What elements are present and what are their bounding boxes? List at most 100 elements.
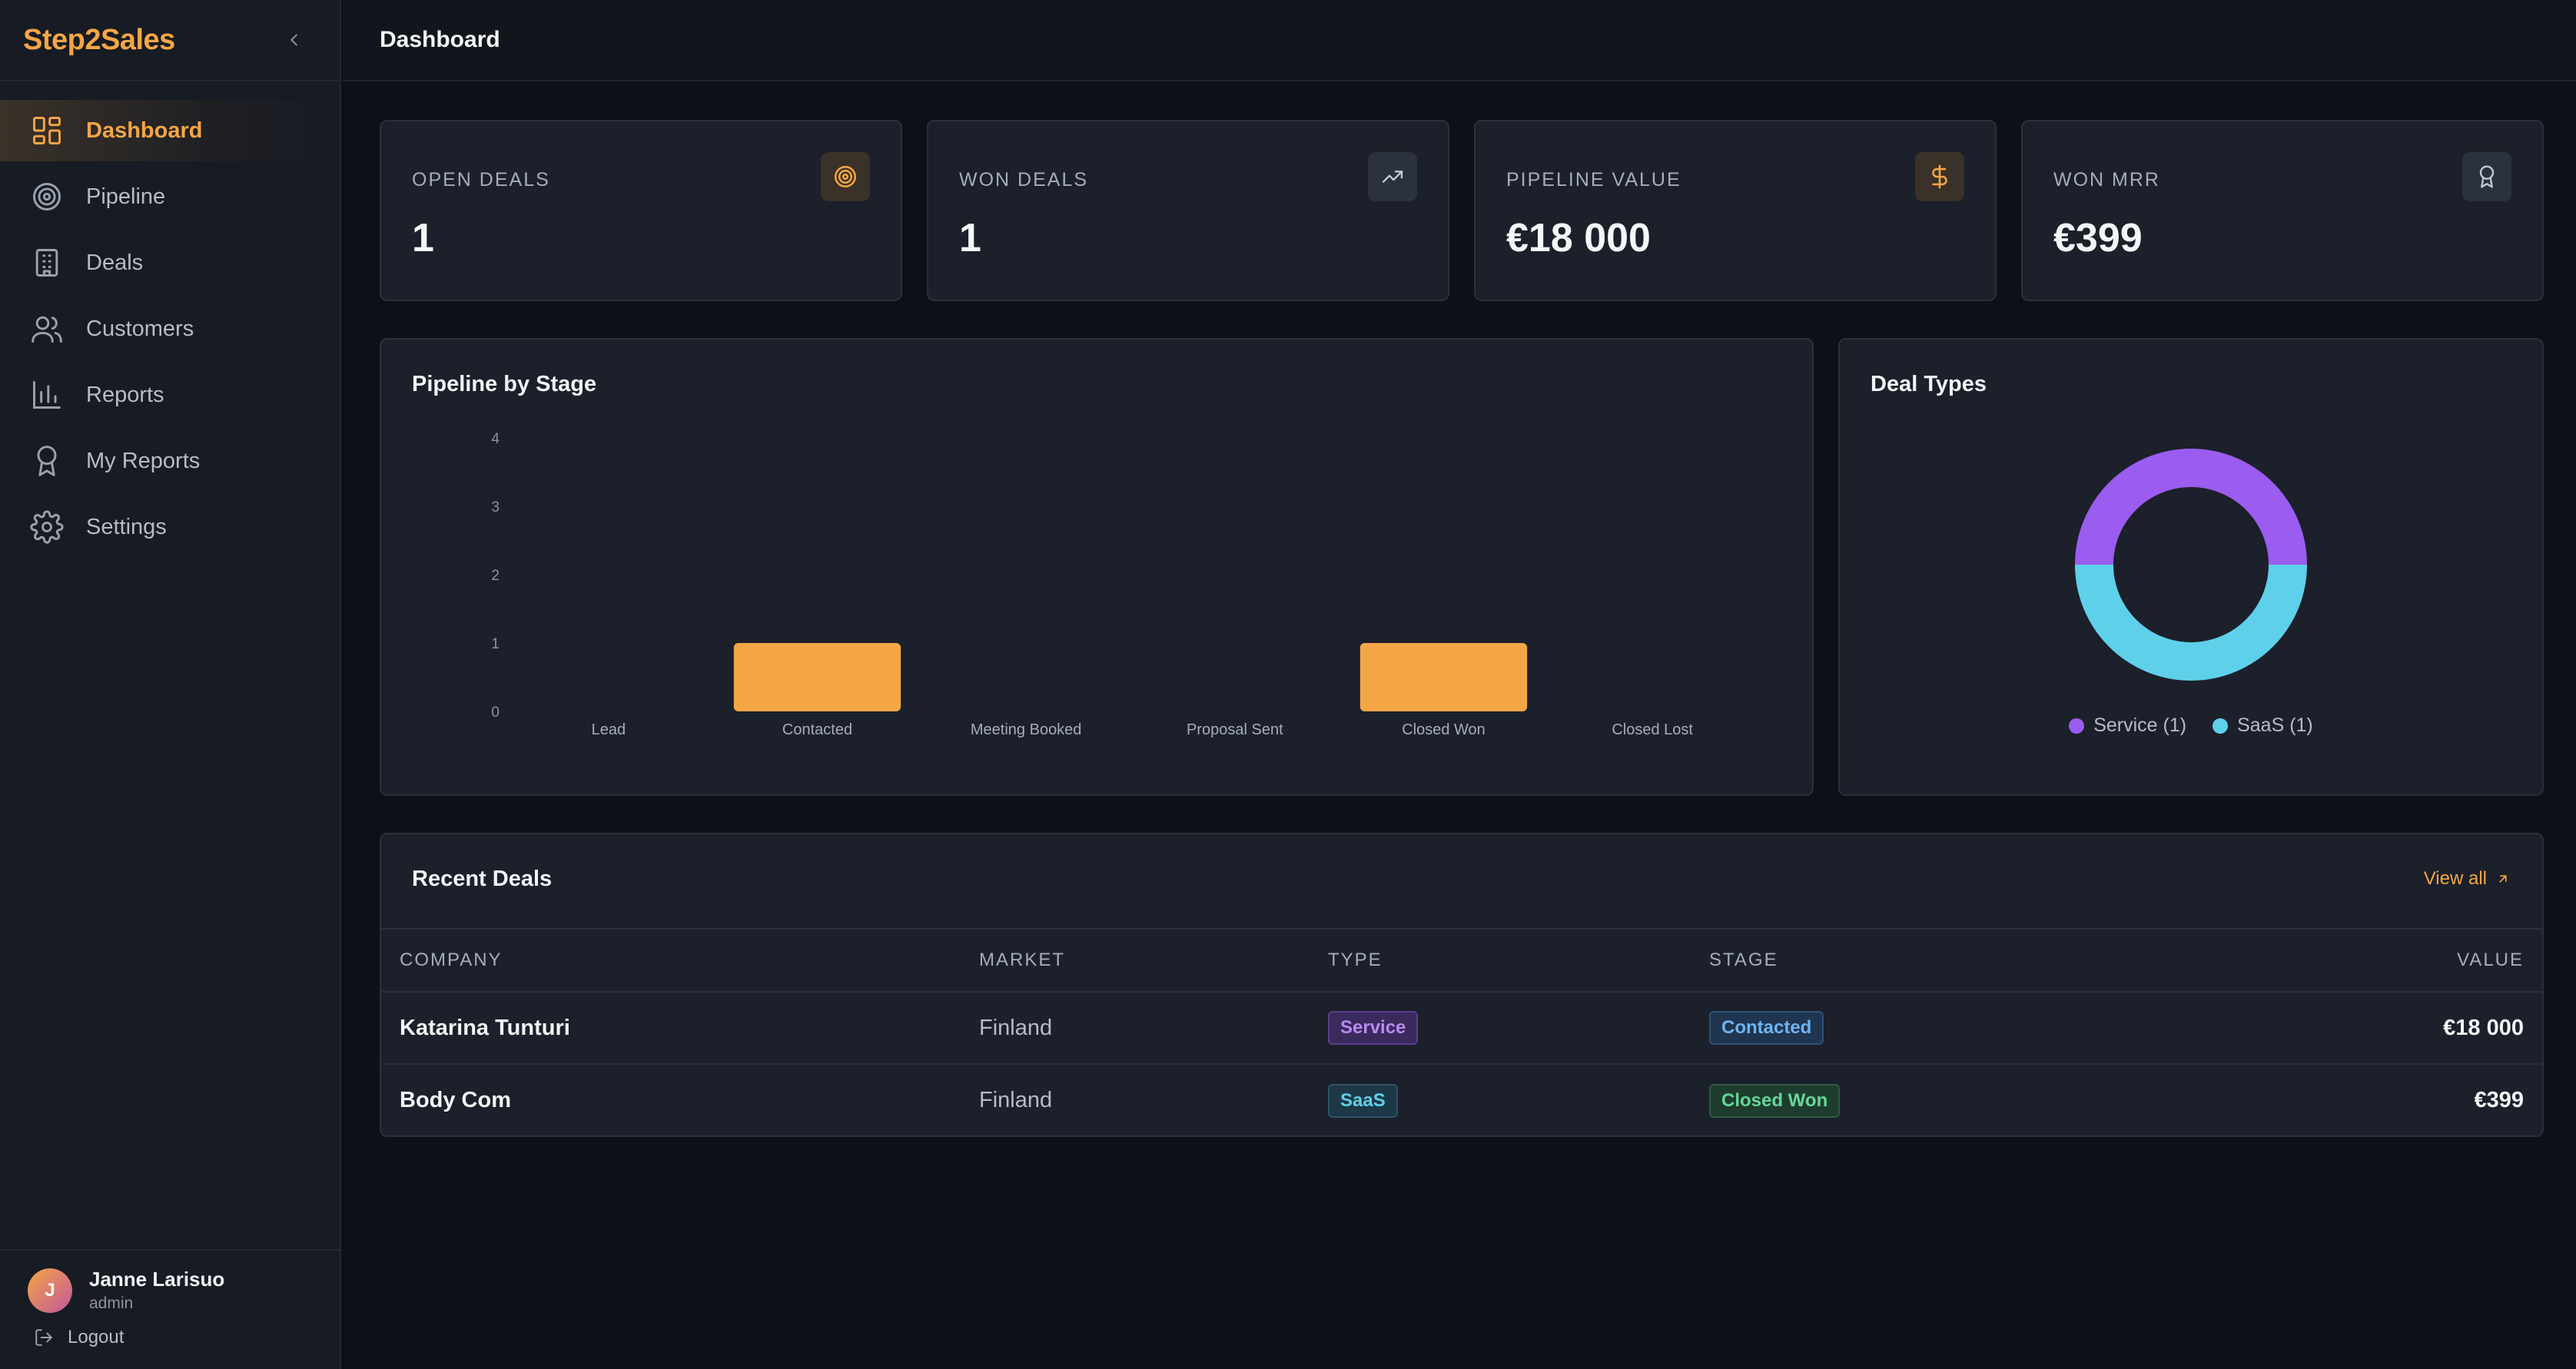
sidebar-header: Step2Sales bbox=[0, 0, 340, 81]
cell-market: Finland bbox=[979, 1088, 1053, 1112]
target-icon bbox=[29, 179, 65, 214]
dashboard-grid-icon bbox=[29, 113, 65, 148]
x-tick-label: Lead bbox=[592, 721, 626, 738]
kpi-value: 1 bbox=[412, 216, 434, 260]
sidebar-item-settings[interactable]: Settings bbox=[0, 496, 340, 558]
recent-deals-card: Recent Deals View all COMPANY MARKET TYP… bbox=[380, 833, 2544, 1137]
pipeline-bar-chart: 0 1 2 3 4 Lead Contacted Meeting Booked Proposal… bbox=[491, 431, 1693, 738]
target-icon bbox=[821, 152, 870, 201]
sidebar-item-deals[interactable]: Deals bbox=[0, 232, 340, 293]
recent-deals-title: Recent Deals bbox=[412, 867, 553, 891]
cell-value: €399 bbox=[2474, 1088, 2524, 1112]
bar-closed-won[interactable] bbox=[1359, 643, 1528, 711]
stage-badge: Contacted bbox=[1709, 1011, 1824, 1045]
kpi-card-open-deals: OPEN DEALS 1 bbox=[380, 120, 902, 301]
sidebar-item-label: Reports bbox=[86, 382, 164, 407]
donut-slice-service[interactable] bbox=[2075, 449, 2307, 565]
kpi-label: WON MRR bbox=[2053, 169, 2160, 191]
column-header-stage[interactable]: STAGE bbox=[1691, 928, 2163, 993]
bar-chart-icon bbox=[29, 377, 65, 413]
cell-type: SaaS bbox=[1310, 1064, 1691, 1135]
table-row[interactable]: Katarina Tunturi Finland Service Contact… bbox=[381, 992, 2542, 1065]
column-header-market[interactable]: MARKET bbox=[961, 928, 1310, 993]
column-header-company[interactable]: COMPANY bbox=[381, 928, 961, 993]
sidebar-item-my-reports[interactable]: My Reports bbox=[0, 430, 340, 492]
cell-type: Service bbox=[1310, 992, 1691, 1065]
kpi-value: 1 bbox=[959, 216, 981, 260]
kpi-value: €18 000 bbox=[1506, 216, 1651, 260]
column-header-value[interactable]: VALUE bbox=[2163, 928, 2542, 993]
type-badge: Service bbox=[1328, 1011, 1419, 1045]
user-profile[interactable]: J Janne Larisuo admin bbox=[0, 1251, 340, 1313]
kpi-card-won-mrr: WON MRR €399 bbox=[2021, 120, 2544, 301]
y-tick-label: 3 bbox=[491, 499, 500, 515]
dollar-icon bbox=[1915, 152, 1964, 201]
x-tick-label: Closed Lost bbox=[1612, 721, 1693, 738]
sidebar-item-customers[interactable]: Customers bbox=[0, 298, 340, 360]
table-header-row: COMPANY MARKET TYPE STAGE VALUE bbox=[381, 928, 2542, 993]
user-role: admin bbox=[89, 1294, 134, 1312]
avatar: J bbox=[28, 1268, 72, 1313]
sidebar-item-reports[interactable]: Reports bbox=[0, 364, 340, 426]
x-tick-label: Closed Won bbox=[1402, 721, 1486, 738]
sidebar-item-label: Customers bbox=[86, 316, 194, 341]
legend-item-service: Service (1) bbox=[2069, 714, 2186, 737]
cell-market: Finland bbox=[961, 992, 1310, 1065]
cell-company: Body Com bbox=[400, 1088, 511, 1112]
sidebar: Step2Sales Dashboard Pipeline Deals Cust… bbox=[0, 0, 341, 1369]
deal-types-card: Deal Types Service (1) SaaS (1) bbox=[1838, 338, 2544, 796]
bar-contacted[interactable] bbox=[733, 643, 901, 711]
logout-label: Logout bbox=[68, 1327, 124, 1347]
view-all-link[interactable]: View all bbox=[2424, 868, 2510, 890]
stage-badge: Closed Won bbox=[1709, 1083, 1841, 1118]
column-header-type[interactable]: TYPE bbox=[1310, 928, 1691, 993]
top-bar: Dashboard bbox=[343, 0, 2576, 81]
legend-dot bbox=[2213, 718, 2229, 734]
cell-stage: Closed Won bbox=[1691, 1064, 2163, 1135]
legend-item-saas: SaaS (1) bbox=[2213, 714, 2313, 737]
legend-label: SaaS (1) bbox=[2237, 714, 2313, 736]
sidebar-item-dashboard[interactable]: Dashboard bbox=[0, 100, 340, 161]
logout-button[interactable]: Logout bbox=[0, 1313, 340, 1348]
kpi-label: PIPELINE VALUE bbox=[1506, 169, 1681, 191]
chart-legend: Service (1) SaaS (1) bbox=[1840, 714, 2542, 737]
kpi-label: WON DEALS bbox=[959, 169, 1089, 191]
x-tick-label: Meeting Booked bbox=[971, 721, 1082, 738]
kpi-card-pipeline-value: PIPELINE VALUE €18 000 bbox=[1474, 120, 1997, 301]
legend-label: Service (1) bbox=[2093, 714, 2187, 736]
page-title: Dashboard bbox=[380, 27, 500, 52]
trending-up-icon bbox=[1368, 152, 1417, 201]
sidebar-item-label: Settings bbox=[86, 514, 167, 539]
award-icon bbox=[29, 443, 65, 479]
building-icon bbox=[29, 245, 65, 280]
view-all-label: View all bbox=[2423, 868, 2487, 889]
kpi-card-won-deals: WON DEALS 1 bbox=[927, 120, 1449, 301]
donut-slice-saas[interactable] bbox=[2075, 565, 2307, 681]
sidebar-item-label: Pipeline bbox=[86, 184, 166, 209]
collapse-sidebar-button[interactable] bbox=[283, 28, 306, 51]
users-icon bbox=[29, 311, 65, 346]
chevron-left-icon bbox=[290, 34, 297, 46]
sidebar-footer: J Janne Larisuo admin Logout bbox=[0, 1249, 340, 1369]
cell-stage: Contacted bbox=[1691, 992, 2163, 1065]
sidebar-item-label: My Reports bbox=[86, 448, 201, 473]
arrow-up-right-icon bbox=[2499, 875, 2507, 883]
table-row[interactable]: Body Com Finland SaaS Closed Won €399 bbox=[381, 1064, 2542, 1135]
gear-icon bbox=[29, 509, 65, 545]
sidebar-item-pipeline[interactable]: Pipeline bbox=[0, 166, 340, 227]
pipeline-chart-card: Pipeline by Stage 0 1 2 3 4 Lead Contacted Meet… bbox=[380, 338, 1814, 796]
sidebar-item-label: Dashboard bbox=[86, 118, 203, 143]
y-tick-label: 0 bbox=[491, 704, 500, 721]
cell-company: Katarina Tunturi bbox=[381, 992, 961, 1065]
cell-value: €18 000 bbox=[2163, 992, 2542, 1065]
y-tick-label: 1 bbox=[491, 636, 500, 652]
recent-deals-table: COMPANY MARKET TYPE STAGE VALUE Katarina… bbox=[381, 928, 2542, 1135]
x-tick-label: Contacted bbox=[782, 721, 852, 738]
deal-types-donut-chart bbox=[2075, 449, 2307, 681]
sidebar-nav: Dashboard Pipeline Deals Customers Repor… bbox=[0, 81, 340, 558]
user-name: Janne Larisuo bbox=[89, 1268, 225, 1291]
sidebar-item-label: Deals bbox=[86, 250, 144, 275]
kpi-value: €399 bbox=[2053, 216, 2143, 260]
brand-logo[interactable]: Step2Sales bbox=[23, 24, 175, 57]
y-tick-label: 2 bbox=[491, 568, 500, 584]
